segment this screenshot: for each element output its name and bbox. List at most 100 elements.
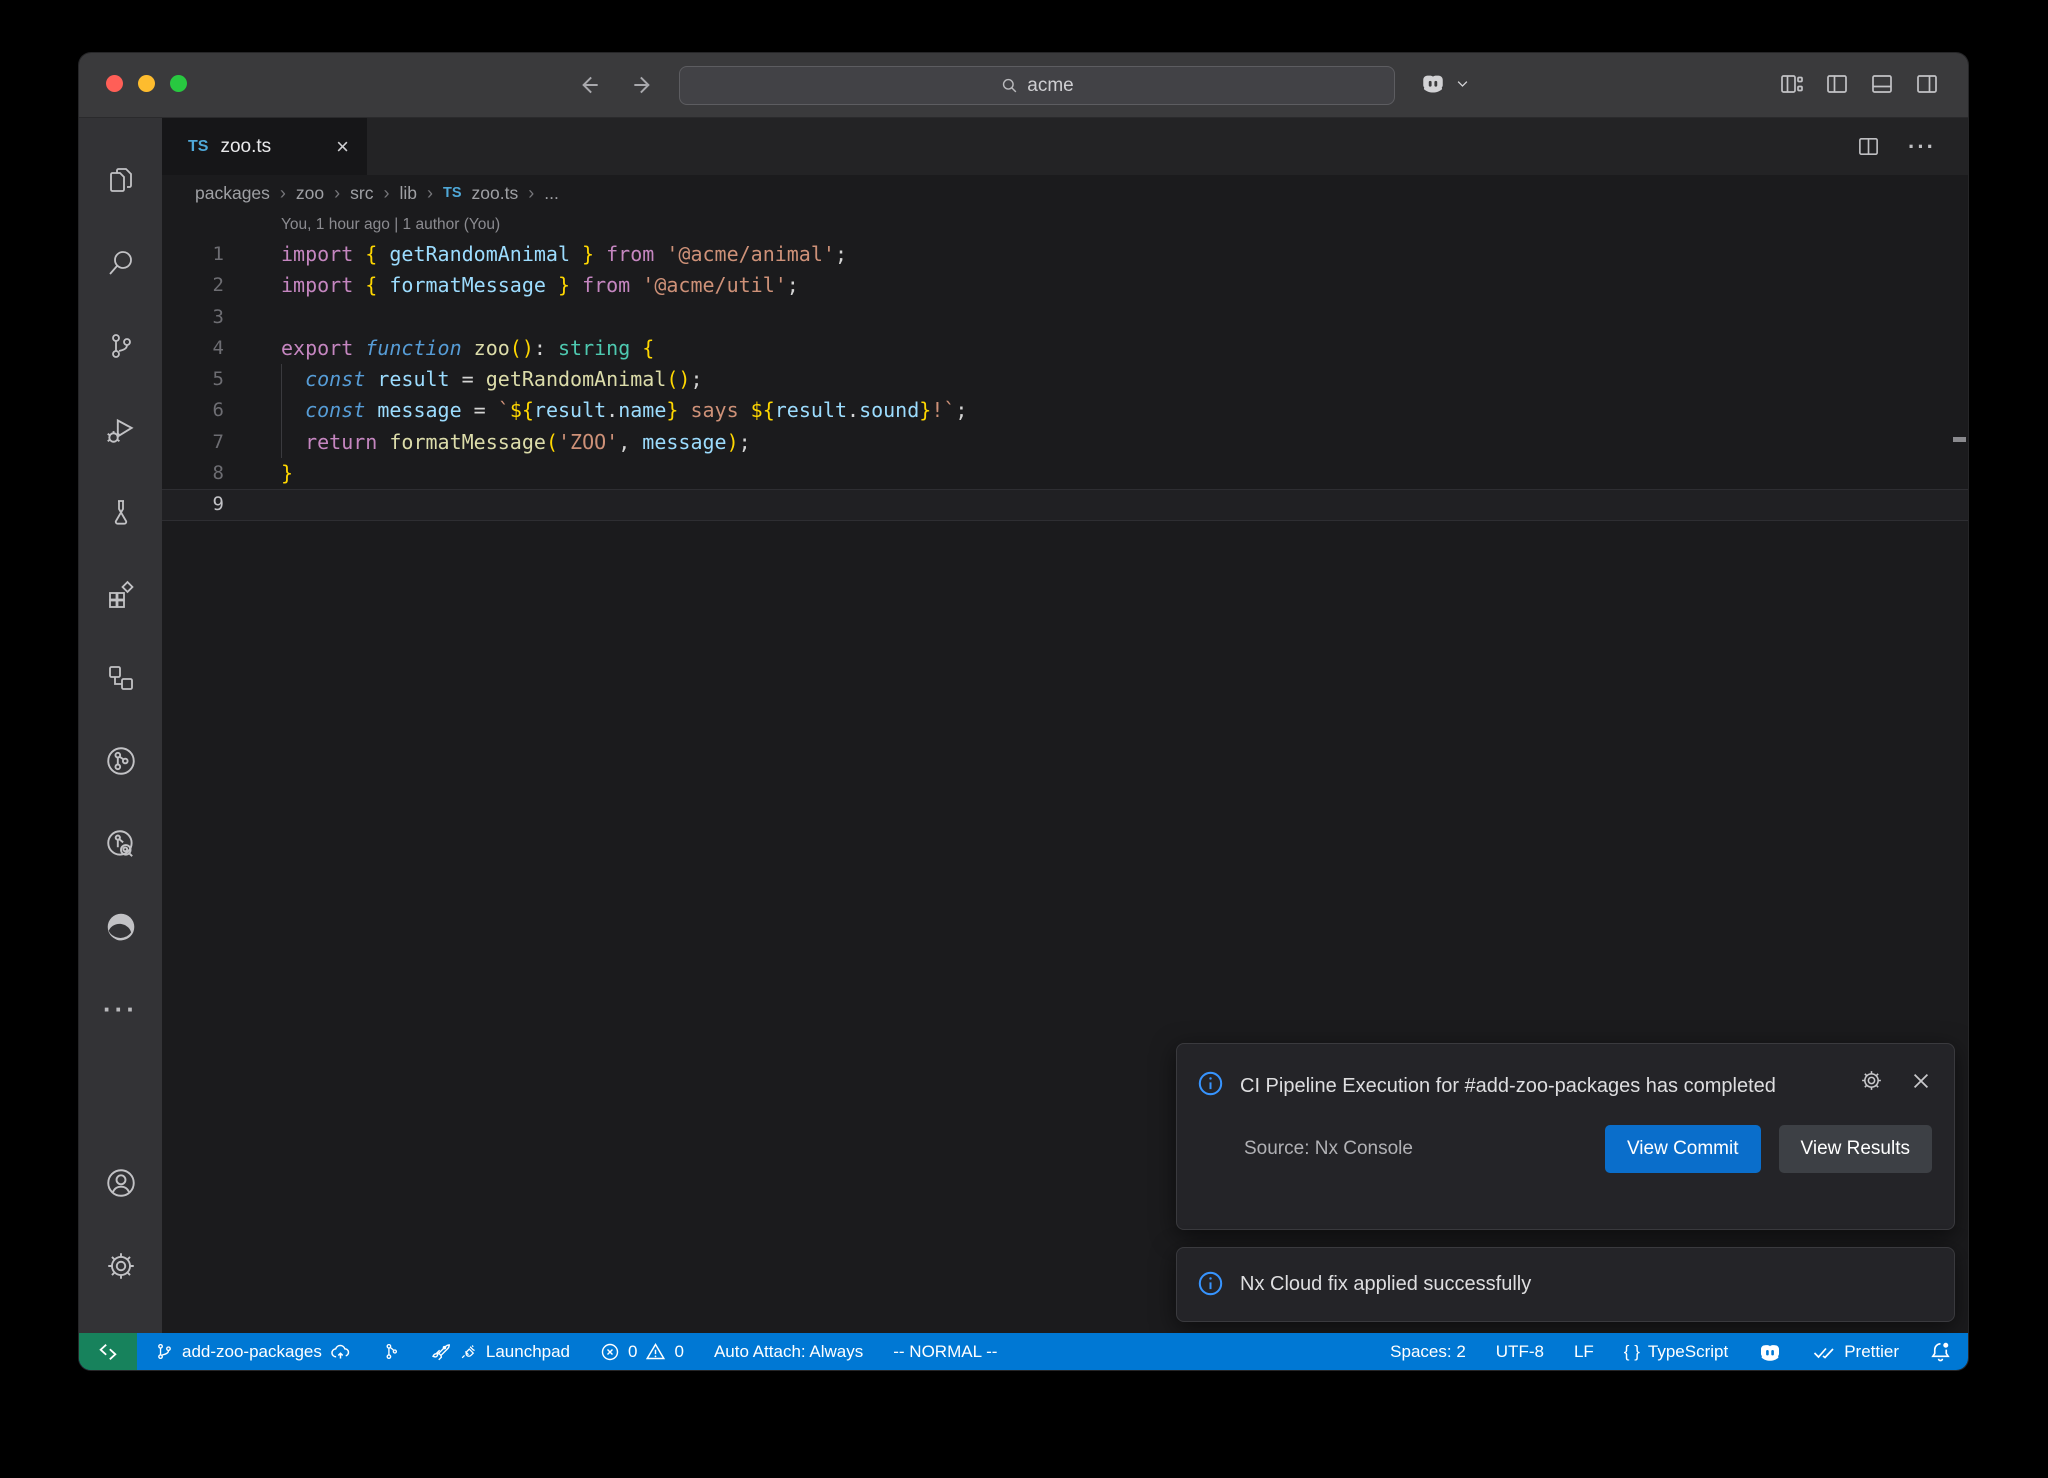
project-structure-icon[interactable] (79, 636, 162, 719)
minimize-window-button[interactable] (138, 75, 155, 92)
source-control-icon[interactable] (79, 304, 162, 387)
code-line[interactable]: 8} (162, 458, 1968, 489)
errors-count: 0 (628, 1342, 637, 1362)
chevron-right-icon: › (334, 183, 340, 204)
code-text: import { formatMessage } from '@acme/uti… (224, 270, 799, 301)
plug-icon (459, 1342, 478, 1361)
breadcrumb[interactable]: packages › zoo › src › lib › TS zoo.ts ›… (195, 175, 1968, 211)
git-branch-status[interactable]: add-zoo-packages (155, 1341, 351, 1362)
eol-status[interactable]: LF (1574, 1342, 1594, 1362)
activity-bar: ··· (79, 118, 162, 1333)
copilot-menu[interactable] (1420, 70, 1470, 96)
code-text: import { getRandomAnimal } from '@acme/a… (224, 239, 847, 270)
status-bar: add-zoo-packages Launchpad 0 0 Auto Atta… (79, 1333, 1968, 1370)
code-line[interactable]: 7 return formatMessage('ZOO', message); (162, 427, 1968, 458)
git-graph-icon (381, 1342, 400, 1361)
language-mode-status[interactable]: { } TypeScript (1624, 1342, 1728, 1362)
run-debug-icon[interactable] (79, 387, 162, 470)
rocket-icon (430, 1341, 451, 1362)
code-line[interactable]: 3 (162, 302, 1968, 333)
line-number: 9 (162, 490, 224, 519)
forward-arrow-icon[interactable] (627, 69, 659, 101)
tab-zoo-ts[interactable]: TS zoo.ts × (162, 118, 367, 175)
copilot-icon (1758, 1340, 1782, 1364)
toggle-panel-icon[interactable] (1870, 72, 1894, 96)
testing-icon[interactable] (79, 470, 162, 553)
more-views-icon[interactable]: ··· (79, 968, 162, 1051)
code-line[interactable]: 2import { formatMessage } from '@acme/ut… (162, 270, 1968, 301)
formatter-status[interactable]: Prettier (1812, 1340, 1899, 1364)
close-window-button[interactable] (106, 75, 123, 92)
notifications-bell[interactable] (1929, 1340, 1952, 1363)
code-line[interactable]: 4export function zoo(): string { (162, 333, 1968, 364)
view-results-button[interactable]: View Results (1779, 1125, 1932, 1173)
notification-settings-gear-icon[interactable] (1859, 1068, 1884, 1093)
code-line[interactable]: 9 (162, 489, 1968, 520)
branch-name: add-zoo-packages (182, 1342, 322, 1362)
account-icon[interactable] (79, 1141, 162, 1224)
toggle-primary-sidebar-icon[interactable] (1825, 72, 1849, 96)
tab-bar: TS zoo.ts × ··· (162, 118, 1968, 175)
launchpad-status[interactable]: Launchpad (430, 1341, 570, 1362)
code-line[interactable]: 6 const message = `${result.name} says $… (162, 395, 1968, 426)
copilot-icon (1420, 70, 1446, 96)
remote-indicator[interactable] (79, 1333, 137, 1370)
overview-ruler-cursor-mark (1953, 437, 1966, 442)
edge-browser-icon[interactable] (79, 885, 162, 968)
notification-source: Source: Nx Console (1244, 1138, 1413, 1160)
tab-label: zoo.ts (220, 136, 324, 158)
copilot-status[interactable] (1758, 1340, 1782, 1364)
indentation-status[interactable]: Spaces: 2 (1390, 1342, 1466, 1362)
breadcrumb-item[interactable]: packages (195, 183, 270, 204)
settings-gear-icon[interactable] (79, 1224, 162, 1307)
breadcrumb-item[interactable]: src (350, 183, 373, 204)
nx-cloud-icon[interactable] (79, 802, 162, 885)
explorer-icon[interactable] (79, 138, 162, 221)
split-editor-icon[interactable] (1857, 135, 1880, 158)
code-line[interactable]: 1import { getRandomAnimal } from '@acme/… (162, 239, 1968, 270)
line-number: 4 (162, 333, 224, 364)
chevron-right-icon: › (280, 183, 286, 204)
vscode-window: acme (79, 53, 1968, 1370)
customize-layout-icon[interactable] (1780, 72, 1804, 96)
chevron-right-icon: › (427, 183, 433, 204)
braces-icon: { } (1624, 1342, 1640, 1362)
breadcrumb-item[interactable]: lib (399, 183, 417, 204)
breadcrumb-more[interactable]: ... (544, 183, 559, 204)
auto-attach-status[interactable]: Auto Attach: Always (714, 1342, 863, 1362)
line-number: 2 (162, 270, 224, 301)
search-view-icon[interactable] (79, 221, 162, 304)
chevron-right-icon: › (528, 183, 534, 204)
command-center-search[interactable]: acme (679, 66, 1395, 105)
double-check-icon (1812, 1340, 1836, 1364)
nx-console-icon[interactable] (79, 719, 162, 802)
line-number: 6 (162, 395, 224, 426)
code-text: export function zoo(): string { (224, 333, 654, 364)
code-text: } (224, 458, 293, 489)
encoding-status[interactable]: UTF-8 (1496, 1342, 1544, 1362)
breadcrumb-item[interactable]: zoo (296, 183, 324, 204)
back-arrow-icon[interactable] (573, 69, 605, 101)
search-icon (1000, 76, 1019, 95)
toggle-secondary-sidebar-icon[interactable] (1915, 72, 1939, 96)
git-blame-annotation: You, 1 hour ago | 1 author (You) (162, 211, 1968, 239)
extensions-icon[interactable] (79, 553, 162, 636)
typescript-file-icon: TS (443, 185, 462, 201)
code-line[interactable]: 5 const result = getRandomAnimal(); (162, 364, 1968, 395)
view-commit-button[interactable]: View Commit (1605, 1125, 1761, 1173)
notification-close-icon[interactable] (1910, 1070, 1932, 1092)
code-lines: 1import { getRandomAnimal } from '@acme/… (162, 239, 1968, 521)
code-text: const message = `${result.name} says ${r… (224, 395, 967, 426)
line-number: 5 (162, 364, 224, 395)
vim-mode-status[interactable]: -- NORMAL -- (893, 1342, 997, 1362)
line-number: 7 (162, 427, 224, 458)
editor-actions-more-icon[interactable]: ··· (1908, 134, 1936, 160)
chevron-down-icon (1455, 76, 1470, 91)
git-graph-status[interactable] (381, 1342, 400, 1361)
problems-status[interactable]: 0 0 (600, 1341, 684, 1362)
zoom-window-button[interactable] (170, 75, 187, 92)
breadcrumb-file[interactable]: zoo.ts (472, 183, 519, 204)
tab-close-icon[interactable]: × (336, 136, 349, 158)
publish-cloud-icon (330, 1341, 351, 1362)
info-icon (1197, 1270, 1224, 1302)
